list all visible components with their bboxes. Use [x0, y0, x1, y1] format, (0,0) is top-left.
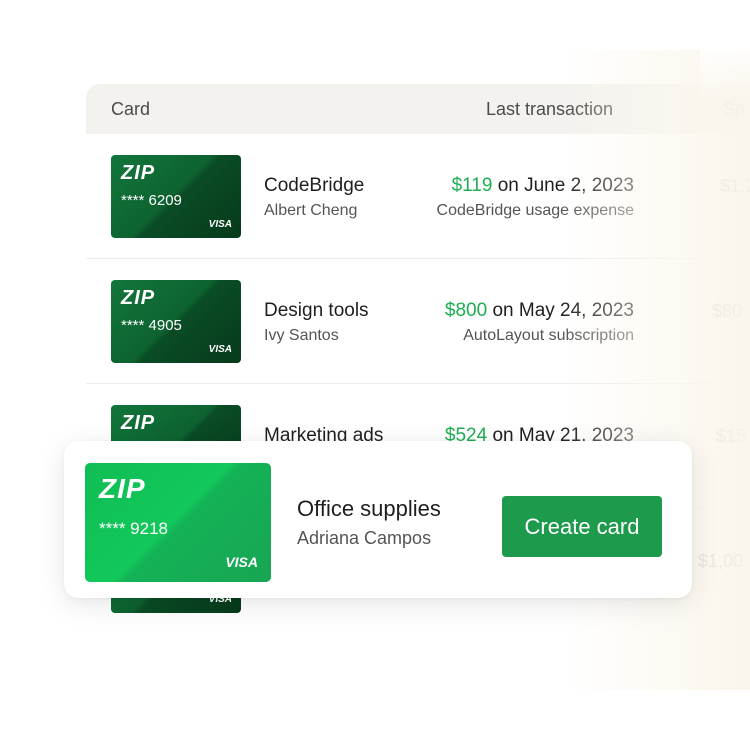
- zip-logo: ZIP: [121, 412, 156, 434]
- card-name: CodeBridge: [264, 175, 365, 196]
- transaction-amount: $119: [451, 175, 493, 196]
- column-header-last-transaction[interactable]: Last transaction: [486, 99, 613, 120]
- spend-value: $1,2: [720, 176, 750, 196]
- last-transaction: $119 on June 2, 2023: [452, 175, 634, 197]
- column-header-spend[interactable]: Sp: [723, 99, 745, 120]
- card-thumbnail[interactable]: ZIP **** 6209 VISA: [111, 155, 241, 238]
- transaction-description: AutoLayout subscription: [463, 327, 634, 344]
- card-owner: Albert Cheng: [264, 202, 358, 219]
- table-row[interactable]: ZIP **** 4905 VISA Design tools Ivy Sant…: [86, 259, 750, 384]
- spend-value: $15: [716, 426, 747, 446]
- new-card-name: Office supplies: [297, 496, 441, 521]
- table-row[interactable]: ZIP **** 6209 VISA CodeBridge Albert Che…: [86, 134, 750, 259]
- spend-value: $80: [712, 301, 743, 321]
- visa-logo: VISA: [208, 344, 232, 355]
- new-card-owner: Adriana Campos: [297, 528, 432, 548]
- transaction-date: on May 24, 2023: [487, 300, 634, 321]
- transaction-date: on June 2, 2023: [492, 175, 634, 196]
- zip-logo: ZIP: [121, 162, 156, 184]
- new-card-preview: ZIP **** 9218 VISA: [85, 463, 271, 582]
- card-number: **** 9218: [99, 519, 169, 538]
- create-card-button[interactable]: Create card: [502, 496, 662, 557]
- card-name: Design tools: [264, 300, 369, 321]
- card-number: **** 4905: [121, 317, 182, 334]
- create-card-popup: ZIP **** 9218 VISA Office supplies Adria…: [64, 441, 692, 598]
- visa-logo: VISA: [208, 219, 232, 230]
- card-number: **** 6209: [121, 192, 182, 209]
- zip-logo: ZIP: [121, 287, 156, 309]
- spend-value: $1,00: [698, 551, 744, 571]
- transaction-description: CodeBridge usage expense: [436, 202, 634, 219]
- transaction-amount: $800: [444, 300, 488, 321]
- column-header-card[interactable]: Card: [111, 99, 150, 120]
- card-thumbnail[interactable]: ZIP **** 4905 VISA: [111, 280, 241, 363]
- table-header: Card Last transaction Sp: [86, 84, 750, 134]
- zip-logo: ZIP: [99, 473, 146, 504]
- card-owner: Ivy Santos: [264, 327, 339, 344]
- visa-logo: VISA: [225, 554, 258, 570]
- last-transaction: $800 on May 24, 2023: [445, 300, 634, 322]
